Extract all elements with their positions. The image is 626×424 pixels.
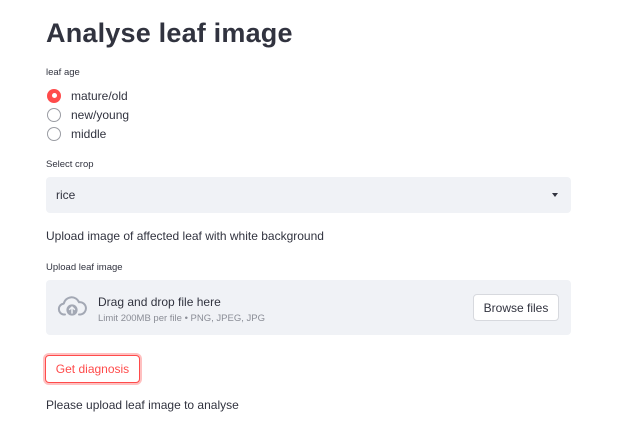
- dropzone-title: Drag and drop file here: [98, 295, 221, 309]
- get-diagnosis-button[interactable]: Get diagnosis: [45, 355, 140, 383]
- radio-option-label: middle: [71, 126, 107, 141]
- leaf-age-label: leaf age: [46, 67, 80, 78]
- radio-option-mature-old[interactable]: mature/old: [47, 86, 129, 105]
- upload-leaf-image-label: Upload leaf image: [46, 262, 123, 273]
- crop-select-value: rice: [56, 188, 76, 202]
- radio-selected-icon: [47, 88, 61, 103]
- radio-option-middle[interactable]: middle: [47, 124, 129, 143]
- radio-option-new-young[interactable]: new/young: [47, 105, 129, 124]
- browse-files-button[interactable]: Browse files: [473, 294, 559, 321]
- file-dropzone[interactable]: Drag and drop file here Limit 200MB per …: [46, 280, 571, 335]
- app-page: Analyse leaf image leaf age mature/old n…: [0, 0, 626, 424]
- select-crop-label: Select crop: [46, 159, 94, 170]
- crop-select[interactable]: rice: [46, 177, 571, 213]
- radio-option-label: new/young: [71, 107, 130, 122]
- radio-option-label: mature/old: [71, 88, 128, 103]
- leaf-age-radio-group: mature/old new/young middle: [47, 86, 129, 143]
- cloud-upload-icon: [57, 296, 87, 316]
- dropzone-hint: Limit 200MB per file • PNG, JPEG, JPG: [98, 313, 265, 324]
- radio-unselected-icon: [47, 126, 61, 141]
- upload-instructions: Upload image of affected leaf with white…: [46, 229, 324, 243]
- caret-down-icon: [552, 193, 558, 197]
- status-message: Please upload leaf image to analyse: [46, 398, 239, 412]
- radio-unselected-icon: [47, 107, 61, 122]
- page-title: Analyse leaf image: [46, 18, 293, 48]
